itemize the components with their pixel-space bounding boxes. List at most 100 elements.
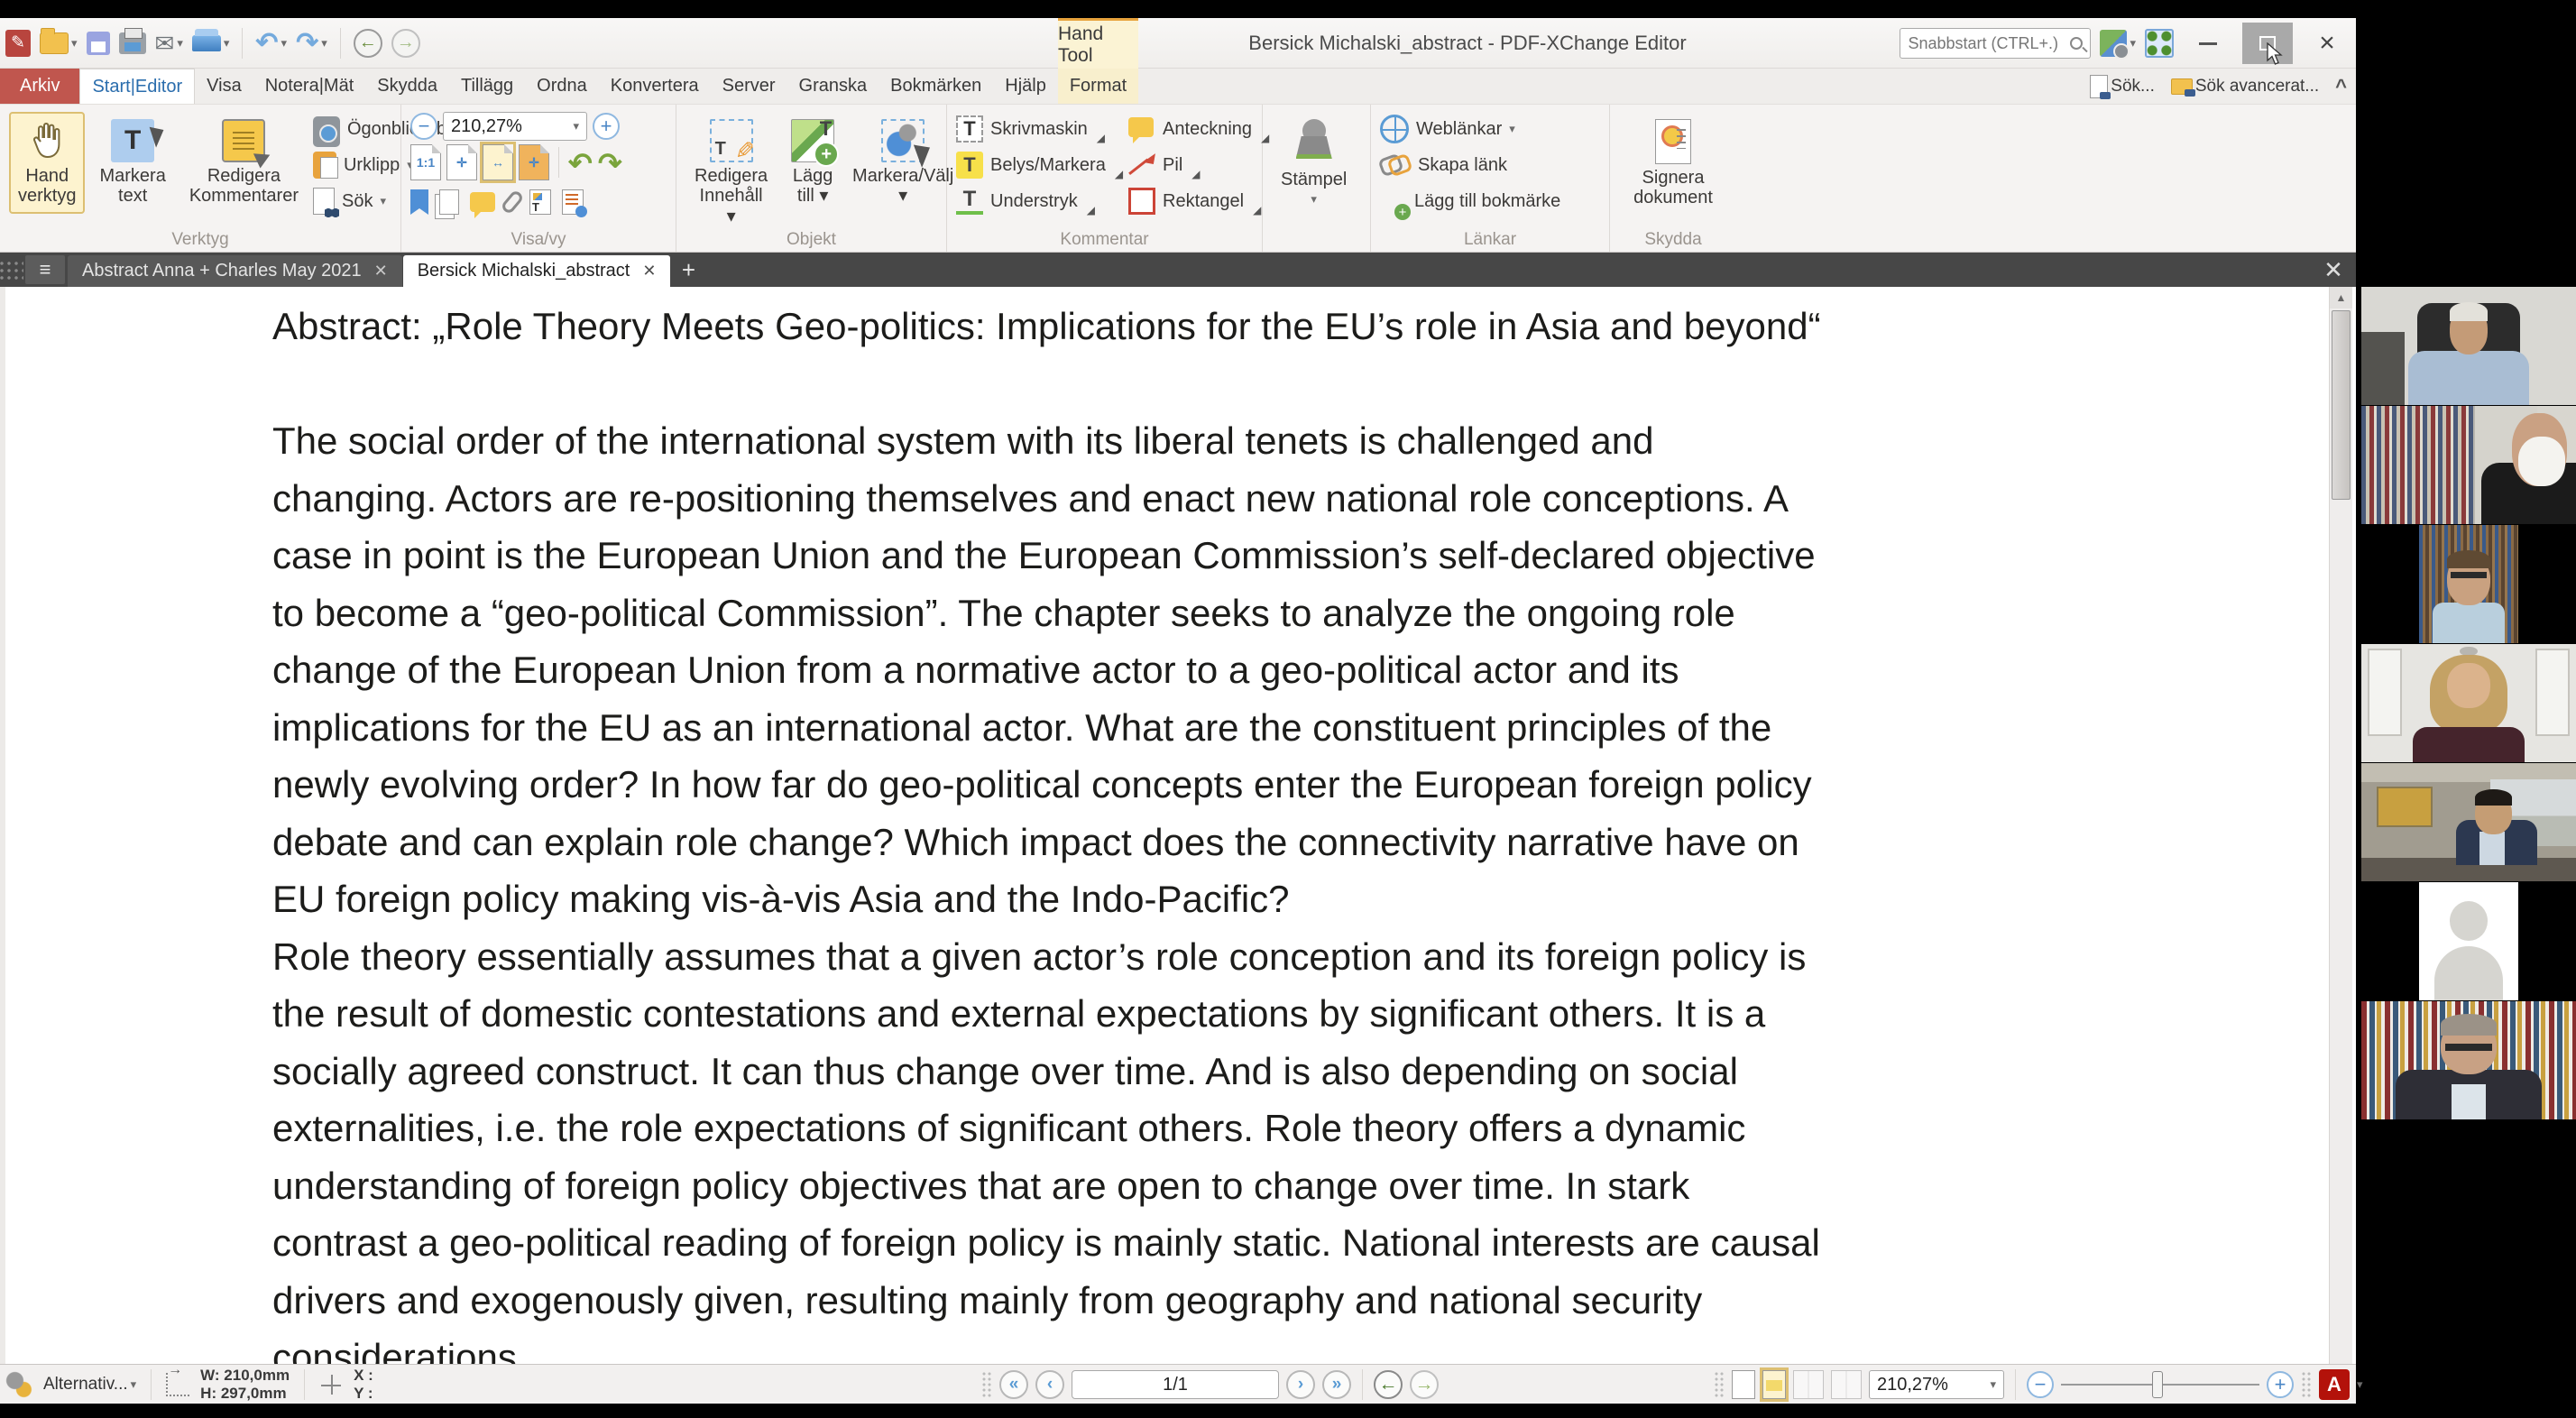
participant-video-2[interactable]: [2361, 406, 2576, 524]
document-tab-1[interactable]: Abstract Anna + Charles May 2021 ✕: [68, 255, 402, 287]
tab-1-close-icon[interactable]: ✕: [374, 262, 388, 281]
zoom-out-button[interactable]: −: [410, 113, 437, 140]
ui-options-button[interactable]: ▾: [2100, 30, 2136, 57]
participant-video-4[interactable]: [2361, 644, 2576, 762]
fit-page-button[interactable]: ✛: [446, 144, 477, 180]
statusbar-zoom-dropdown[interactable]: 210,27%▾: [1869, 1370, 2004, 1399]
participant-video-3[interactable]: [2361, 525, 2576, 643]
thumbnails-panel-icon[interactable]: [439, 189, 459, 215]
advanced-search-button[interactable]: Sök avancerat...: [2171, 77, 2319, 97]
menu-item-format[interactable]: Format: [1058, 69, 1138, 104]
adobe-dropdown-arrow[interactable]: ▾: [2357, 1377, 2363, 1392]
menu-item-notera-mat[interactable]: Notera|Mät: [253, 69, 366, 104]
open-button[interactable]: ▾: [40, 32, 78, 54]
tab-2-close-icon[interactable]: ✕: [642, 262, 656, 281]
document-page[interactable]: Abstract: „Role Theory Meets Geo-politic…: [0, 287, 2356, 1364]
single-page-layout-button[interactable]: [1732, 1370, 1755, 1399]
history-back-button[interactable]: ←: [354, 29, 382, 58]
create-link-button[interactable]: Skapa länk: [1380, 150, 1560, 180]
sticky-note-button[interactable]: Anteckning◢: [1128, 114, 1269, 144]
view-forward-button[interactable]: →: [1410, 1370, 1439, 1399]
vertical-scrollbar[interactable]: ▲: [2329, 287, 2352, 1364]
redo-button[interactable]: ↷▾: [296, 30, 327, 57]
add-object-button[interactable]: Lägg till ▾: [782, 112, 843, 214]
menu-item-arkiv[interactable]: Arkiv: [0, 69, 79, 104]
attachments-panel-icon[interactable]: [500, 189, 524, 216]
adobe-acrobat-icon[interactable]: A: [2319, 1369, 2350, 1400]
fit-visible-button[interactable]: ✛: [519, 144, 549, 180]
statusbar-zoom-out-button[interactable]: −: [2027, 1371, 2054, 1398]
email-button[interactable]: ✉▾: [155, 32, 183, 55]
properties-panel-icon[interactable]: [562, 189, 584, 215]
select-text-button[interactable]: T Markera text: [90, 112, 174, 214]
document-tab-2[interactable]: Bersick Michalski_abstract ✕: [403, 255, 671, 287]
fullscreen-button[interactable]: [2145, 29, 2174, 58]
menu-item-visa[interactable]: Visa: [195, 69, 253, 104]
participant-video-6-avatar-placeholder[interactable]: [2361, 882, 2576, 1000]
export-button[interactable]: ▾: [192, 35, 230, 51]
scrollbar-thumb[interactable]: [2332, 310, 2351, 500]
close-all-button[interactable]: ✕: [2311, 253, 2356, 287]
edit-content-button[interactable]: Redigera Innehåll ▾: [685, 112, 777, 234]
maximize-button[interactable]: [2242, 23, 2293, 64]
zoom-in-button[interactable]: +: [593, 113, 620, 140]
typewriter-button[interactable]: TSkrivmaskin◢: [956, 114, 1123, 144]
hand-tool-button[interactable]: Hand verktyg: [9, 112, 85, 214]
highlight-button[interactable]: TBelys/Markera◢: [956, 150, 1123, 180]
zoom-slider[interactable]: [2061, 1384, 2259, 1386]
collapse-ribbon-button[interactable]: ^: [2335, 75, 2347, 98]
actual-size-button[interactable]: 1:1: [410, 144, 441, 180]
add-bookmark-button[interactable]: Lägg till bokmärke: [1380, 186, 1560, 216]
zoom-slider-handle[interactable]: [2152, 1371, 2163, 1398]
minimize-button[interactable]: [2183, 23, 2233, 64]
menu-item-ordna[interactable]: Ordna: [525, 69, 599, 104]
scroll-up-arrow[interactable]: ▲: [2330, 287, 2352, 308]
print-button[interactable]: [119, 32, 146, 54]
quickstart-search-input[interactable]: Snabbstart (CTRL+.): [1900, 28, 2091, 59]
history-forward-button[interactable]: →: [391, 29, 420, 58]
participant-video-5[interactable]: [2361, 763, 2576, 881]
bookmarks-panel-icon[interactable]: [410, 189, 428, 215]
tabbar-grip[interactable]: [0, 260, 23, 280]
rectangle-tool-button[interactable]: Rektangel◢: [1128, 186, 1269, 216]
menu-item-server[interactable]: Server: [711, 69, 787, 104]
tab-list-button[interactable]: ≡: [25, 255, 65, 284]
zoom-level-dropdown[interactable]: 210,27%▾: [443, 112, 587, 141]
rotate-ccw-button[interactable]: ↶: [568, 149, 593, 178]
menu-item-tillagg[interactable]: Tillägg: [449, 69, 525, 104]
comments-panel-icon[interactable]: [470, 192, 495, 212]
arrow-tool-button[interactable]: Pil◢: [1128, 150, 1269, 180]
stamp-button[interactable]: Stämpel ▾: [1272, 112, 1356, 214]
options-button[interactable]: Alternativ...▾: [43, 1375, 136, 1395]
menu-item-granska[interactable]: Granska: [787, 69, 879, 104]
two-page-layout-button[interactable]: [1793, 1370, 1824, 1399]
search-menu-button[interactable]: Sök...: [2090, 75, 2155, 98]
rotate-cw-button[interactable]: ↷: [598, 149, 622, 178]
underline-button[interactable]: TUnderstryk◢: [956, 186, 1123, 216]
new-tab-button[interactable]: +: [670, 253, 706, 287]
page-number-field[interactable]: 1/1: [1072, 1370, 1279, 1399]
undo-button[interactable]: ↶▾: [255, 30, 287, 57]
last-page-button[interactable]: »: [1322, 1370, 1351, 1399]
menu-item-hjalp[interactable]: Hjälp: [993, 69, 1058, 104]
save-button[interactable]: [87, 32, 110, 55]
view-back-button[interactable]: ←: [1374, 1370, 1403, 1399]
first-page-button[interactable]: «: [999, 1370, 1028, 1399]
edit-comments-button[interactable]: Redigera Kommentarer: [180, 112, 308, 214]
menu-item-konvertera[interactable]: Konvertera: [599, 69, 711, 104]
close-button[interactable]: ×: [2302, 23, 2352, 64]
two-page-continuous-layout-button[interactable]: [1831, 1370, 1862, 1399]
previous-page-button[interactable]: ‹: [1035, 1370, 1064, 1399]
participant-video-7[interactable]: [2361, 1001, 2576, 1119]
participant-video-1[interactable]: [2361, 287, 2576, 405]
continuous-layout-button[interactable]: [1762, 1370, 1786, 1399]
menu-item-bokmarken[interactable]: Bokmärken: [879, 69, 993, 104]
statusbar-zoom-in-button[interactable]: +: [2267, 1371, 2294, 1398]
menu-item-start-editor[interactable]: Start|Editor: [79, 69, 195, 104]
fit-width-button[interactable]: ↔: [483, 144, 513, 180]
select-object-button[interactable]: Markera/Välj ▾: [849, 112, 957, 214]
sign-document-button[interactable]: Signera dokument: [1619, 112, 1727, 216]
next-page-button[interactable]: ›: [1286, 1370, 1315, 1399]
weblinks-button[interactable]: Weblänkar▾: [1380, 114, 1560, 144]
menu-item-skydda[interactable]: Skydda: [365, 69, 449, 104]
